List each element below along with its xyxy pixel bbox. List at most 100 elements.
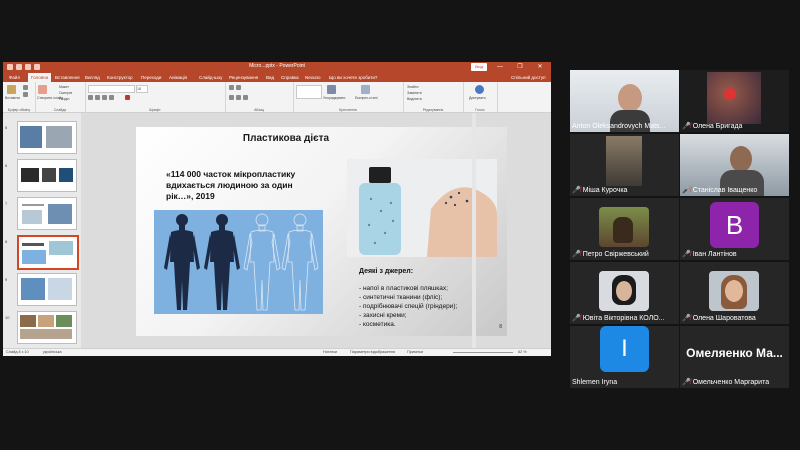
- group-slides: Створити слайд Макет Скинути Розділ Слай…: [35, 82, 86, 112]
- group-label: Абзац: [254, 108, 264, 112]
- notes-button[interactable]: Нотатки: [323, 350, 337, 354]
- restore-icon[interactable]: ❐: [513, 63, 527, 72]
- participant-name: 🎤̸ Міша Курочка: [572, 186, 628, 195]
- close-icon[interactable]: ✕: [533, 63, 547, 72]
- participant-tile[interactable]: 🎤̸ Олена Шароватова: [680, 262, 789, 324]
- slide-thumbnail[interactable]: [17, 273, 77, 306]
- strikethrough-icon[interactable]: [109, 95, 114, 100]
- thumb-number: 5: [5, 125, 8, 130]
- find-button[interactable]: Знайти: [407, 85, 419, 89]
- tab-review[interactable]: Рецензування: [229, 73, 258, 82]
- slide-thumbnail[interactable]: [17, 159, 77, 192]
- slide-thumbnail[interactable]: [17, 121, 77, 154]
- comments-button[interactable]: Примітки: [407, 350, 423, 354]
- slide-title[interactable]: Пластикова дієта: [136, 133, 436, 144]
- share-button[interactable]: Спільний доступ: [511, 73, 546, 82]
- status-bar: Слайд 8 з 10 українська Нотатки Параметр…: [3, 348, 551, 356]
- tab-slideshow[interactable]: Слайд-шоу: [199, 73, 222, 82]
- microphone-icon[interactable]: [475, 85, 484, 94]
- participant-tile[interactable]: 🎤̸ Ювіта Вікторівна КОЛО...: [570, 262, 679, 324]
- participant-tile[interactable]: Омеляенко Ма... 🎤̸ Омельченко Маргарита: [680, 326, 789, 388]
- mic-muted-icon: 🎤̸: [682, 251, 691, 258]
- avatar-letter: I: [600, 326, 649, 372]
- mic-muted-icon: 🎤̸: [682, 123, 691, 130]
- reset-button[interactable]: Скинути: [59, 91, 72, 95]
- layout-button[interactable]: Макет: [59, 85, 69, 89]
- arrange-icon[interactable]: [327, 85, 336, 94]
- slide-thumbnail[interactable]: [17, 197, 77, 230]
- bold-icon[interactable]: [88, 95, 93, 100]
- mic-muted-icon: 🎤̸: [572, 187, 581, 194]
- tab-file[interactable]: Файл: [9, 73, 20, 82]
- mic-muted-icon: 🎤̸: [572, 315, 581, 322]
- arrange-button[interactable]: Упорядкувати: [323, 96, 345, 100]
- sources-title[interactable]: Деякі з джерел:: [359, 268, 413, 275]
- numbering-icon[interactable]: [236, 85, 241, 90]
- shapes-gallery[interactable]: [296, 85, 322, 99]
- select-button[interactable]: Виділити: [407, 97, 422, 101]
- copy-icon[interactable]: [23, 92, 28, 97]
- italic-icon[interactable]: [95, 95, 100, 100]
- avatar: [599, 207, 649, 247]
- sign-in-button[interactable]: Вхід: [471, 63, 487, 71]
- language-indicator[interactable]: українська: [43, 350, 62, 354]
- tab-home[interactable]: Головна: [28, 73, 52, 82]
- participant-name: 🎤̸ Петро Свіржевський: [572, 250, 649, 259]
- section-button[interactable]: Розділ: [59, 97, 69, 101]
- tab-insert[interactable]: Вставлення: [55, 73, 80, 82]
- body-silhouettes-image: [154, 210, 323, 314]
- tab-draw[interactable]: Вигляд: [85, 73, 100, 82]
- thumb-number: 7: [5, 201, 8, 206]
- paste-button[interactable]: Вставити: [5, 96, 20, 100]
- vertical-scrollbar[interactable]: [472, 113, 476, 348]
- list-item: - синтетичні тканини (фліс);: [359, 294, 443, 301]
- participant-tile[interactable]: 🎤̸ Міша Курочка: [570, 134, 679, 196]
- participant-display-name: Омеляенко Ма...: [686, 346, 783, 360]
- slide-thumbnail-selected[interactable]: [17, 235, 79, 270]
- participant-tile[interactable]: B 🎤̸ Іван Лантінов: [680, 198, 789, 260]
- display-settings-button[interactable]: Параметри відображення: [350, 350, 395, 354]
- participant-tile[interactable]: Anton Oleksandrovych Mats...: [570, 70, 679, 132]
- participant-name: 🎤̸ Іван Лантінов: [682, 250, 737, 259]
- slide-number: 8: [499, 324, 502, 330]
- tab-addin[interactable]: Nexuno: [305, 73, 321, 82]
- align-left-icon[interactable]: [229, 95, 234, 100]
- dictate-button[interactable]: Диктувати: [469, 96, 486, 100]
- participant-tile[interactable]: 🎤̸ Станіслав Іващенко: [680, 134, 789, 196]
- tab-view[interactable]: Вид: [266, 73, 274, 82]
- zoom-slider[interactable]: [453, 352, 513, 353]
- participant-tile[interactable]: 🎤̸ Олена Бригада: [680, 70, 789, 132]
- font-color-icon[interactable]: [125, 95, 130, 100]
- zoom-level[interactable]: 62 %: [518, 350, 527, 354]
- font-size-select[interactable]: 18: [136, 85, 148, 93]
- new-slide-icon[interactable]: [38, 85, 47, 94]
- thumb-number: 10: [5, 315, 10, 320]
- slide-quote[interactable]: «114 000 часток мікропластику вдихається…: [166, 169, 316, 202]
- sources-list[interactable]: - напої в пластикові пляшках; - синтетич…: [359, 284, 457, 329]
- tab-transitions[interactable]: Переходи: [141, 73, 161, 82]
- align-right-icon[interactable]: [243, 95, 248, 100]
- bullets-icon[interactable]: [229, 85, 234, 90]
- tab-animations[interactable]: Анімація: [169, 73, 187, 82]
- replace-button[interactable]: Замінити: [407, 91, 422, 95]
- quick-styles-button[interactable]: Експрес-стилі: [355, 96, 378, 100]
- cut-icon[interactable]: [23, 85, 28, 90]
- align-center-icon[interactable]: [236, 95, 241, 100]
- tell-me-search[interactable]: Що ви хочете зробити?: [329, 73, 377, 82]
- paste-icon[interactable]: [7, 85, 16, 94]
- list-item: - напої в пластикові пляшках;: [359, 285, 448, 292]
- participant-tile[interactable]: 🎤̸ Петро Свіржевський: [570, 198, 679, 260]
- mic-muted-icon: 🎤̸: [572, 251, 581, 258]
- underline-icon[interactable]: [102, 95, 107, 100]
- font-name-select[interactable]: [88, 85, 135, 93]
- minimize-icon[interactable]: —: [493, 63, 507, 72]
- group-editing: Знайти Замінити Виділити Редагування: [403, 82, 464, 112]
- participant-name: 🎤̸ Олена Шароватова: [682, 314, 756, 323]
- tab-help[interactable]: Справка: [281, 73, 299, 82]
- participant-tile[interactable]: I Shlemen Iryna: [570, 326, 679, 388]
- quick-styles-icon[interactable]: [361, 85, 370, 94]
- current-slide: Пластикова дієта «114 000 часток мікропл…: [136, 127, 507, 336]
- slide-thumbnail[interactable]: [17, 311, 77, 344]
- group-label: Голос: [475, 108, 485, 112]
- tab-design[interactable]: Конструктор: [107, 73, 133, 82]
